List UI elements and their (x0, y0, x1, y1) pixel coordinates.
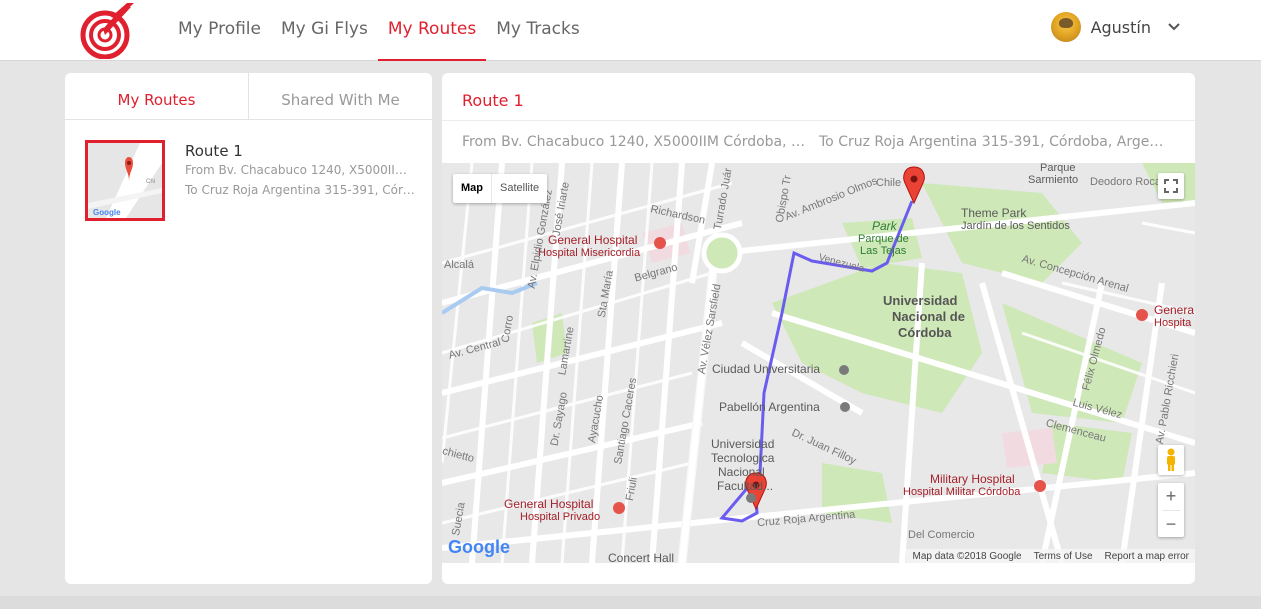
map-label-hospital-militar: Hospital Militar Córdoba (903, 486, 1021, 498)
top-nav: My Profile My Gi Flys My Routes My Track… (0, 0, 1261, 61)
map-type-satellite-button[interactable]: Satellite (492, 174, 547, 203)
map-label-general-right-2: Hospita (1154, 317, 1192, 329)
bottom-strip (0, 596, 1261, 609)
nav-my-profile[interactable]: My Profile (168, 0, 271, 61)
map-label-alcala: Alcalá (444, 259, 474, 271)
map-label-parque-tejas-2: Las Tejas (860, 245, 907, 257)
map-label-general-right-1: Genera (1154, 303, 1195, 317)
map-label-concert-hall: Concert Hall (608, 551, 675, 563)
zoom-in-button[interactable]: + (1158, 483, 1184, 510)
routes-list-panel: My Routes Shared With Me Google Chi Rout… (65, 73, 432, 584)
map-label-parque-sarmiento-1: Parque (1040, 163, 1076, 174)
street-view-pegman[interactable] (1158, 445, 1184, 475)
map-label-utn-4: Facultad... (717, 479, 774, 493)
tab-shared-with-me[interactable]: Shared With Me (249, 73, 432, 119)
main-nav: My Profile My Gi Flys My Routes My Track… (168, 0, 590, 61)
google-logo[interactable]: Google (448, 537, 510, 558)
fullscreen-button[interactable] (1158, 173, 1184, 199)
map-label-parque-tejas-1: Parque de (858, 233, 909, 245)
map-label-ciudad-universitaria: Ciudad Universitaria (712, 362, 821, 376)
route-address-bar: From Bv. Chacabuco 1240, X5000IIM Córdob… (442, 120, 1195, 162)
report-map-error-link[interactable]: Report a map error (1105, 551, 1189, 562)
map-type-map-button[interactable]: Map (453, 174, 492, 203)
map-attribution: Map data ©2018 Google Terms of Use Repor… (906, 549, 1195, 563)
route-list-item[interactable]: Google Chi Route 1 From Bv. Chacabuco 12… (85, 140, 415, 222)
route-detail-to: To Cruz Roja Argentina 315-391, Córdoba,… (819, 133, 1169, 150)
user-name[interactable]: Agustín (1091, 18, 1151, 37)
map-label-hospital-misericordia: Hospital Misericordia (538, 247, 641, 259)
map-label-utn-2: Tecnologica (711, 451, 775, 465)
routes-tabs: My Routes Shared With Me (65, 73, 432, 120)
avatar[interactable] (1050, 12, 1081, 42)
nav-my-routes[interactable]: My Routes (377, 0, 487, 61)
route-from: From Bv. Chacabuco 1240, X5000IIM Córdob… (185, 163, 415, 177)
route-detail-from: From Bv. Chacabuco 1240, X5000IIM Córdob… (462, 133, 807, 150)
map-label-military-hospital: Military Hospital (930, 472, 1015, 486)
map-label-del-comercio: Del Comercio (908, 529, 975, 541)
map-label-theme-park: Theme Park (961, 206, 1027, 220)
map-label-utn-1: Universidad (711, 437, 775, 451)
map-label-hospital-privado: Hospital Privado (520, 511, 601, 523)
zoom-control: + − (1158, 483, 1184, 537)
map-label-universidad-1: Universidad (883, 293, 958, 308)
chevron-down-icon[interactable] (1167, 20, 1181, 34)
nav-my-tracks[interactable]: My Tracks (486, 0, 589, 61)
map-data-credit: Map data ©2018 Google (912, 550, 1022, 562)
nav-my-gi-flys[interactable]: My Gi Flys (271, 0, 378, 61)
terms-of-use-link[interactable]: Terms of Use (1034, 551, 1093, 562)
map-label-park: Park (872, 219, 897, 233)
map-label-universidad-2: Nacional de (892, 309, 965, 324)
map-label-chile: Chile (876, 177, 902, 189)
map-label-parque-sarmiento-2: Sarmiento (1028, 174, 1079, 186)
map-label-universidad-3: Córdoba (898, 325, 952, 340)
map-label-general-hospital-2: General Hospital (504, 497, 594, 511)
zoom-out-button[interactable]: − (1158, 511, 1184, 538)
map-label-utn-3: Nacional (718, 465, 765, 479)
gi-logo[interactable] (79, 3, 135, 59)
route-detail-panel: Route 1 From Bv. Chacabuco 1240, X5000II… (442, 73, 1195, 584)
pegman-icon (1167, 448, 1175, 471)
thumb-google-logo: Google (93, 208, 121, 217)
route-info: Route 1 From Bv. Chacabuco 1240, X5000II… (185, 142, 415, 200)
route-map[interactable]: General Hospital Hospital Misericordia G… (442, 163, 1195, 563)
route-thumbnail[interactable]: Google Chi (85, 140, 165, 221)
route-detail-title: Route 1 (462, 91, 524, 110)
map-label-pabellon-argentina: Pabellón Argentina (719, 400, 820, 414)
map-type-control: Map Satellite (453, 174, 548, 203)
user-menu[interactable]: Agustín (1050, 12, 1181, 42)
map-label-deodoro-roca: Deodoro Roca (1090, 176, 1161, 188)
route-to: To Cruz Roja Argentina 315-391, Córdoba,… (185, 183, 415, 197)
fullscreen-icon (1164, 179, 1178, 193)
tab-my-routes[interactable]: My Routes (65, 73, 249, 119)
route-title: Route 1 (185, 142, 243, 160)
svg-text:Chi: Chi (146, 179, 155, 185)
google-logo-text: Google (448, 537, 510, 557)
map-label-jardin: Jardín de los Sentidos (961, 220, 1070, 232)
